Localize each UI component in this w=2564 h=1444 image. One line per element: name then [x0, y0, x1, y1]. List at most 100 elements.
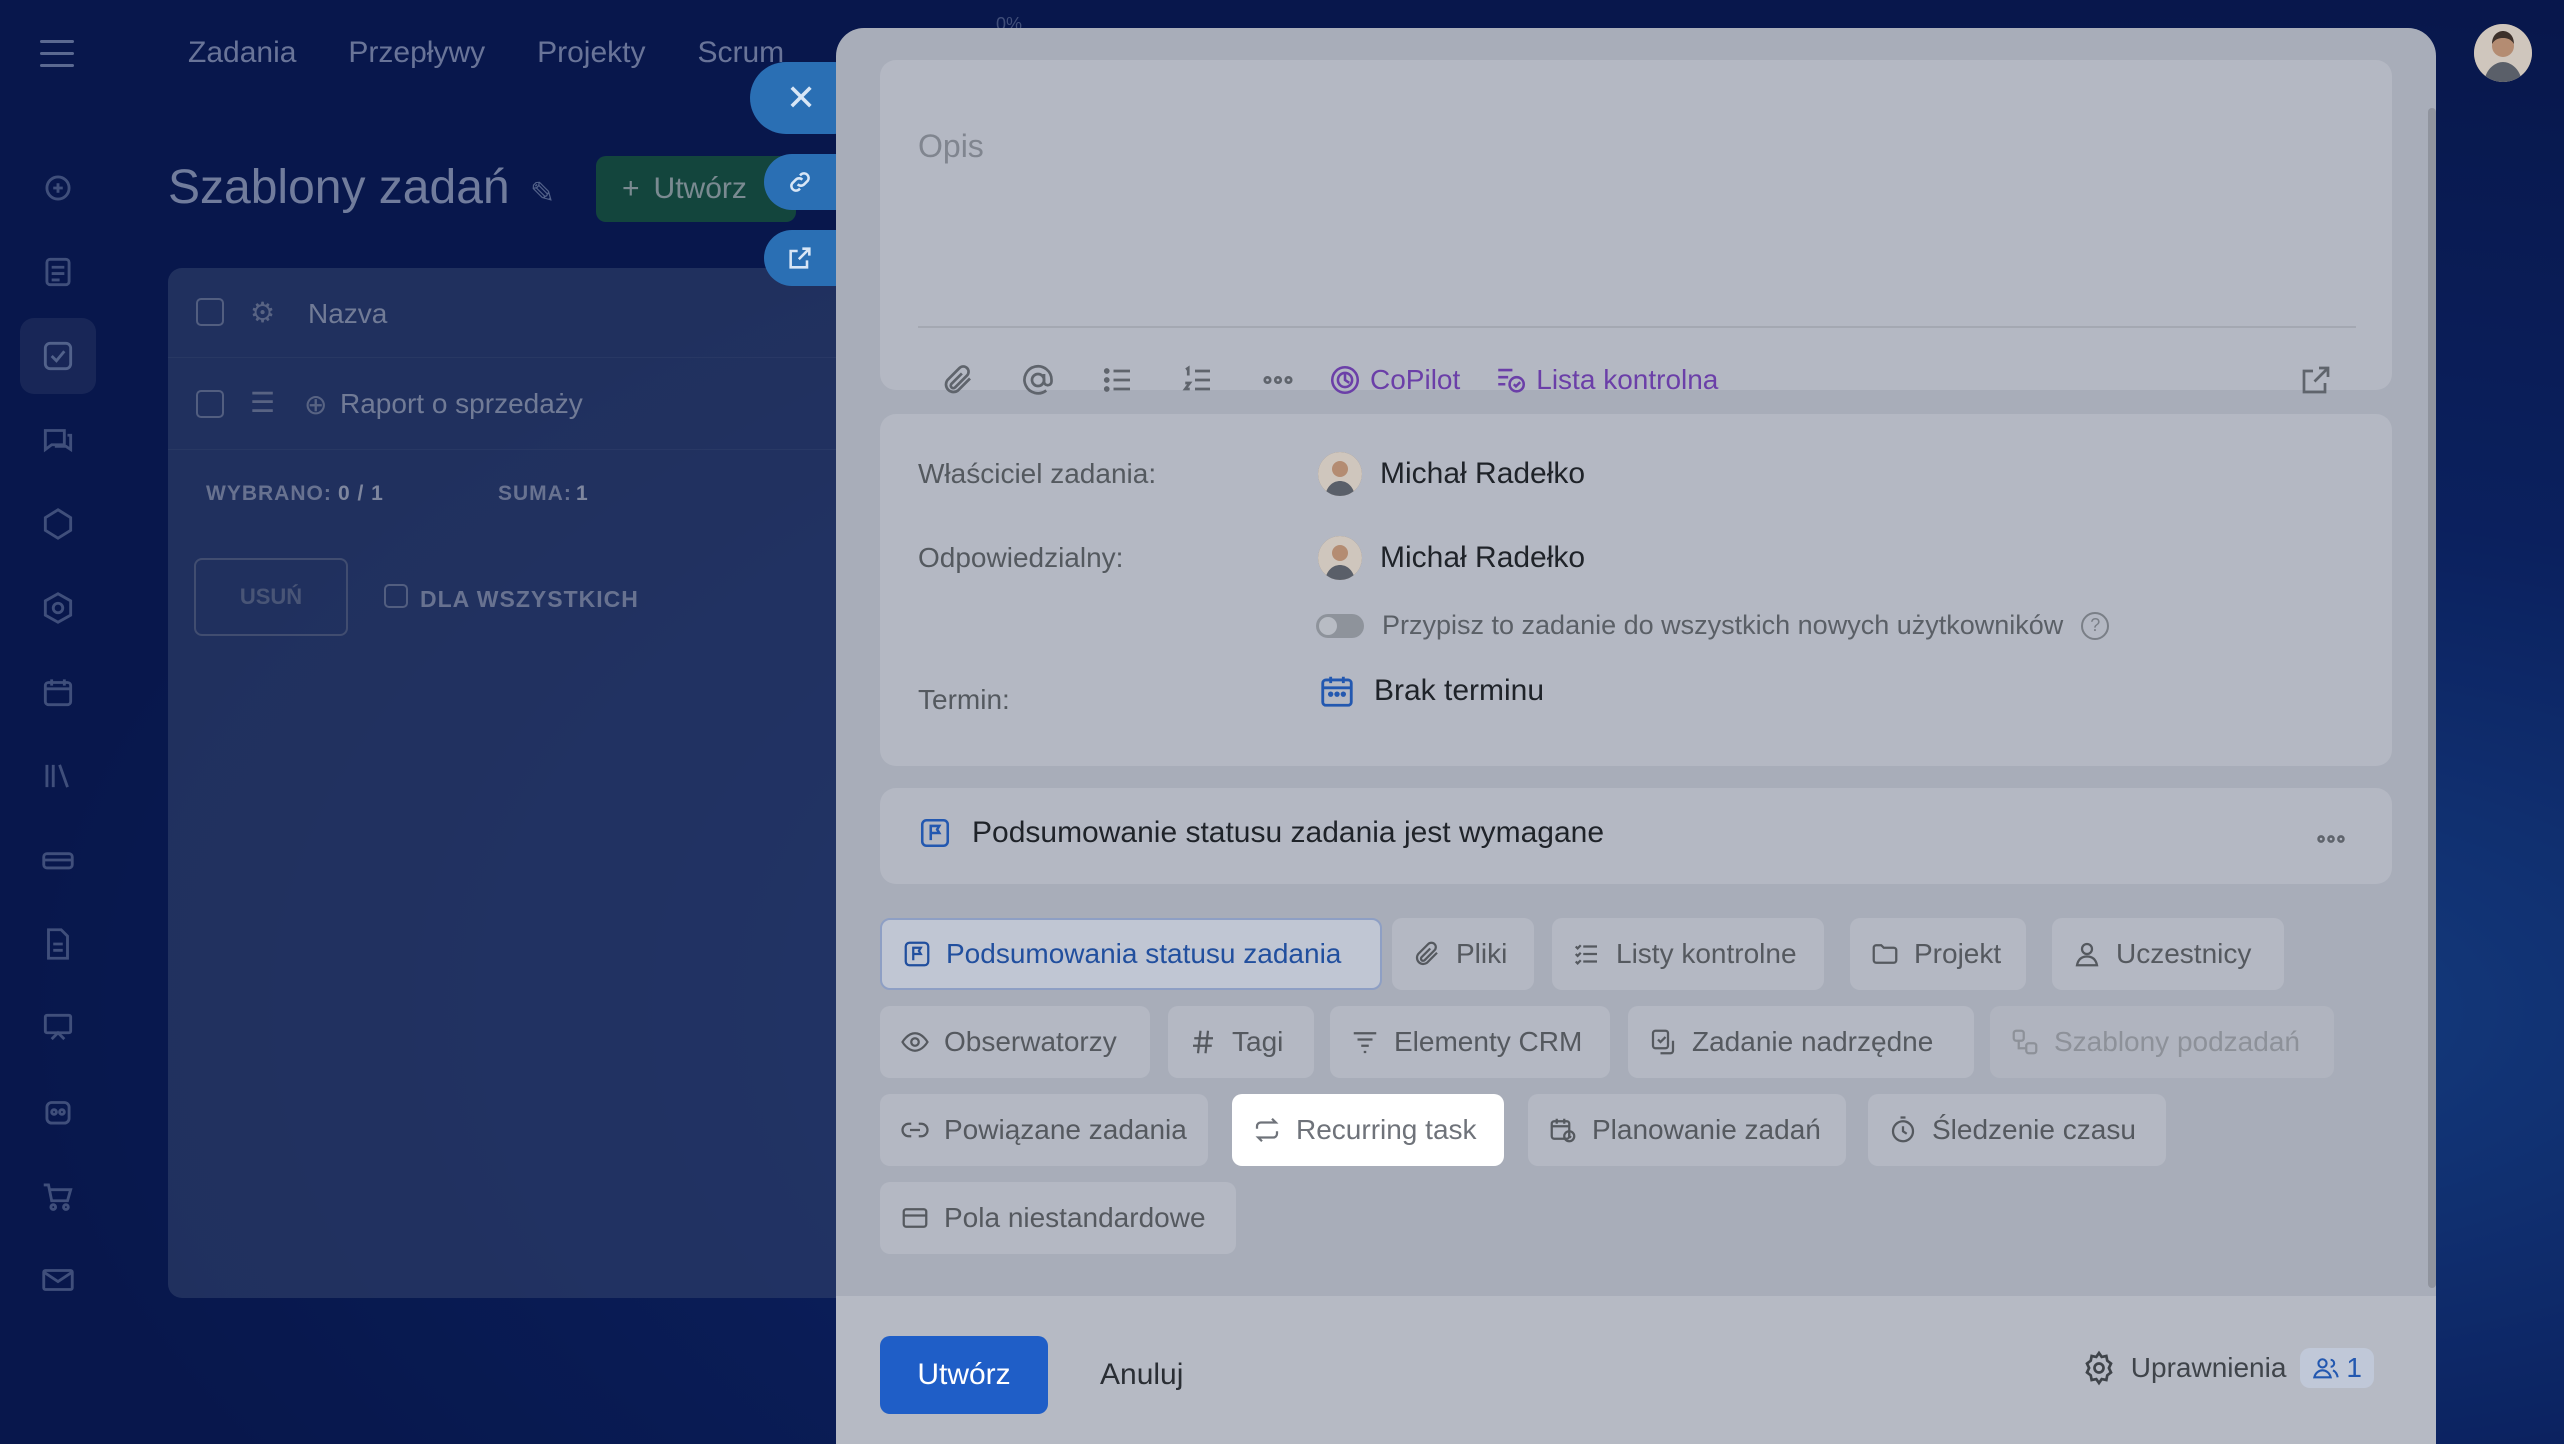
- flag-square-icon: [920, 818, 950, 848]
- checklist-icon: [1574, 944, 1597, 965]
- flag-square-icon: [904, 941, 930, 967]
- chip-label: Śledzenie czasu: [1932, 1114, 2136, 1145]
- mention-button[interactable]: [998, 350, 1078, 410]
- custom-fields-icon: [902, 1208, 928, 1228]
- chip-checklists[interactable]: Listy kontrolne: [1552, 918, 1824, 990]
- folder-icon: [1872, 944, 1898, 964]
- at-icon: [1023, 364, 1053, 395]
- deadline-label: Termin:: [918, 684, 1010, 715]
- calendar-clock-icon: [1550, 1118, 1576, 1143]
- chip-label: Planowanie zadań: [1592, 1114, 1821, 1145]
- gear-icon: [2085, 1350, 2113, 1386]
- avatar-icon: [2474, 24, 2532, 82]
- permissions-button[interactable]: Uprawnienia 1: [2081, 1348, 2374, 1388]
- repeat-icon: [1255, 1117, 1279, 1143]
- permissions-count: 1: [2346, 1352, 2362, 1383]
- chip-tags[interactable]: Tagi: [1168, 1006, 1314, 1078]
- owner-label: Właściciel zadania:: [918, 458, 1157, 489]
- chip-label: Recurring task: [1296, 1114, 1477, 1145]
- chip-task-planning[interactable]: Planowanie zadań: [1528, 1094, 1846, 1166]
- chip-observers[interactable]: Obserwatorzy: [880, 1006, 1150, 1078]
- slider-footer: Utwórz Anuluj Uprawnienia 1: [836, 1296, 2436, 1444]
- divider: [918, 326, 2356, 328]
- chip-label: Listy kontrolne: [1616, 938, 1797, 969]
- chip-label: Podsumowania statusu zadania: [946, 938, 1342, 969]
- chip-custom-fields[interactable]: Pola niestandardowe: [880, 1182, 1236, 1254]
- help-icon[interactable]: ?: [2081, 611, 2110, 640]
- more-icon: [2317, 835, 2345, 843]
- numbered-list-icon: [1182, 365, 1210, 391]
- external-link-icon: [2302, 366, 2330, 394]
- chip-label: Obserwatorzy: [944, 1026, 1117, 1057]
- stopwatch-icon: [1891, 1116, 1915, 1143]
- cancel-button[interactable]: Anuluj: [1100, 1336, 1183, 1414]
- bullet-list-button[interactable]: [1078, 350, 1158, 410]
- parent-task-icon: [1651, 1029, 1675, 1055]
- calendar-icon: [1321, 676, 1353, 707]
- user-avatar[interactable]: [2474, 24, 2532, 82]
- external-link-icon: [789, 247, 811, 269]
- chip-related-tasks[interactable]: Powiązane zadania: [880, 1094, 1208, 1166]
- scrollbar[interactable]: [2428, 108, 2436, 1288]
- subtasks-icon: [2012, 1029, 2038, 1055]
- chip-label: Pliki: [1456, 938, 1508, 969]
- responsible-label: Odpowiedzialny:: [918, 542, 1124, 573]
- chip-participants[interactable]: Uczestnicy: [2052, 918, 2284, 990]
- status-summary-title: Podsumowanie statusu zadania jest wymaga…: [918, 816, 1604, 850]
- assign-all-row: Przypisz to zadanie do wszystkich nowych…: [1316, 610, 2110, 641]
- chip-label: Projekt: [1914, 938, 2002, 969]
- chip-label: Tagi: [1232, 1026, 1284, 1057]
- numbered-list-button[interactable]: [1158, 350, 1238, 410]
- more-button[interactable]: [1238, 350, 1318, 410]
- chip-project[interactable]: Projekt: [1850, 918, 2026, 990]
- hashtag-icon: [1193, 1030, 1213, 1054]
- link-icon: [790, 172, 810, 192]
- chip-label: Elementy CRM: [1394, 1026, 1583, 1057]
- copilot-button[interactable]: CoPilot: [1328, 363, 1460, 397]
- paperclip-icon: [1415, 941, 1438, 966]
- status-more-button[interactable]: [2314, 822, 2348, 861]
- chip-label: Pola niestandardowe: [944, 1202, 1206, 1233]
- assign-all-toggle[interactable]: [1316, 613, 1364, 638]
- crm-filter-icon: [1353, 1032, 1377, 1054]
- chip-label: Zadanie nadrzędne: [1692, 1026, 1934, 1057]
- copilot-icon: [1330, 365, 1360, 395]
- responsible-user[interactable]: Michał Radełko: [1318, 536, 1585, 580]
- chip-label: Uczestnicy: [2116, 938, 2252, 969]
- checklist-button[interactable]: Lista kontrolna: [1494, 363, 1718, 397]
- editor-toolbar: CoPilot Lista kontrolna: [918, 350, 1752, 410]
- attach-button[interactable]: [918, 350, 998, 410]
- chip-recurring-task[interactable]: Recurring task: [1232, 1094, 1504, 1166]
- list-icon: [1103, 368, 1130, 392]
- description-input[interactable]: Opis: [918, 128, 984, 165]
- chip-label: Powiązane zadania: [944, 1114, 1187, 1145]
- copilot-label: CoPilot: [1370, 364, 1461, 395]
- assign-all-label: Przypisz to zadanie do wszystkich nowych…: [1382, 610, 2064, 640]
- close-icon: ✕: [786, 77, 817, 118]
- owner-name: Michał Radełko: [1380, 457, 1586, 490]
- task-template-slider: Opis CoPilot Lista kontrolna Właściciel …: [836, 28, 2436, 1444]
- chip-time-tracking[interactable]: Śledzenie czasu: [1868, 1094, 2166, 1166]
- description-card: Opis CoPilot Lista kontrolna: [880, 60, 2392, 395]
- chip-status-summaries[interactable]: Podsumowania statusu zadania: [880, 918, 1382, 990]
- deadline-picker[interactable]: Brak terminu: [1318, 672, 1544, 710]
- status-summary-text: Podsumowanie statusu zadania jest wymaga…: [972, 816, 1605, 849]
- permissions-count-badge[interactable]: 1: [2300, 1348, 2374, 1388]
- create-button[interactable]: Utwórz: [880, 1336, 1048, 1414]
- expand-editor-button[interactable]: [2286, 350, 2346, 410]
- chip-subtask-templates[interactable]: Szablony podzadań: [1990, 1006, 2334, 1078]
- chip-crm-elements[interactable]: Elementy CRM: [1330, 1006, 1610, 1078]
- chip-parent-task[interactable]: Zadanie nadrzędne: [1628, 1006, 1974, 1078]
- responsible-name: Michał Radełko: [1380, 541, 1586, 574]
- chip-files[interactable]: Pliki: [1392, 918, 1534, 990]
- avatar: [1318, 452, 1362, 496]
- checklist-icon: [1498, 368, 1526, 393]
- permissions-label: Uprawnienia: [2130, 1352, 2287, 1383]
- owner-user[interactable]: Michał Radełko: [1318, 452, 1585, 496]
- checklist-label: Lista kontrolna: [1536, 364, 1719, 395]
- user-icon: [2075, 942, 2099, 967]
- more-icon: [1263, 375, 1293, 385]
- deadline-value: Brak terminu: [1374, 674, 1545, 707]
- chip-label: Szablony podzadań: [2054, 1026, 2300, 1057]
- eye-icon: [901, 1032, 929, 1052]
